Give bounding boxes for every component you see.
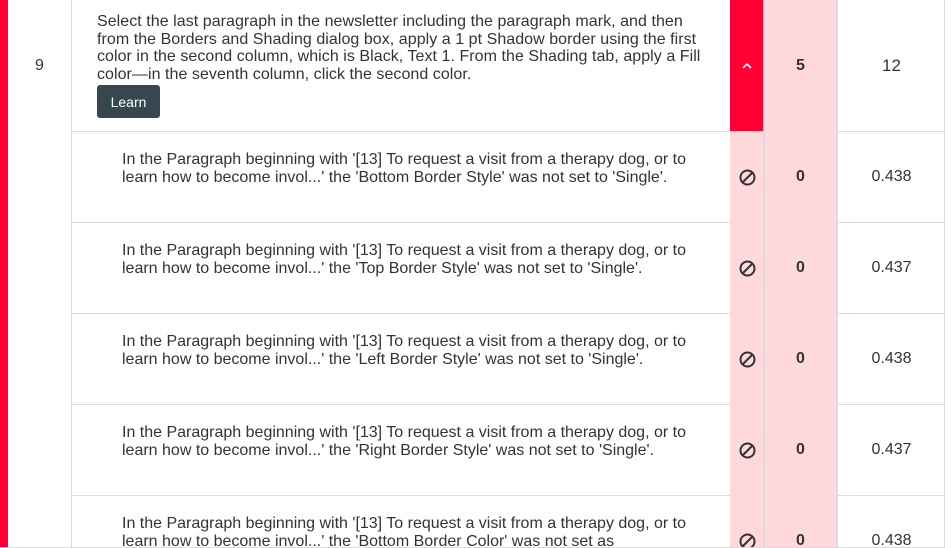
subtask-score: 0 [796, 441, 805, 458]
prohibited-icon [739, 533, 756, 547]
row-divider [837, 495, 944, 496]
subtask-score: 0 [796, 350, 805, 367]
subtask-weight: 0.438 [871, 350, 912, 367]
subtask-weight: 0.437 [871, 441, 912, 458]
collapse-toggle[interactable] [730, 0, 763, 131]
row-divider [837, 131, 944, 132]
subtask-weight: 0.438 [871, 532, 912, 548]
subtask-score: 0 [796, 168, 805, 185]
row-divider [837, 313, 944, 314]
chevron-up-icon [742, 62, 751, 68]
subtask-weight: 0.438 [871, 168, 912, 185]
row-divider [72, 222, 730, 223]
task-score: 5 [796, 56, 805, 74]
row-divider [72, 131, 730, 132]
prohibited-icon [739, 351, 756, 368]
grading-table: 9 Select the last paragraph in the newsl… [0, 0, 945, 548]
prohibited-icon [739, 260, 756, 277]
subtask-score: 0 [796, 532, 805, 548]
subtask-message: In the Paragraph beginning with '[13] To… [122, 151, 686, 186]
failed-indicator-bar [0, 0, 8, 547]
column-divider [71, 0, 72, 547]
prohibited-icon [739, 169, 756, 186]
row-divider [837, 404, 944, 405]
subtask-message: In the Paragraph beginning with '[13] To… [122, 242, 686, 277]
subtask-message: In the Paragraph beginning with '[13] To… [122, 333, 686, 368]
subtask-message: In the Paragraph beginning with '[13] To… [122, 515, 686, 548]
task-total: 12 [882, 55, 901, 75]
learn-button[interactable]: Learn [97, 85, 160, 118]
task-number: 9 [35, 56, 44, 74]
subtask-weight: 0.437 [871, 259, 912, 276]
row-divider [72, 495, 730, 496]
task-description: Select the last paragraph in the newslet… [97, 13, 701, 83]
prohibited-icon [739, 442, 756, 459]
status-column-background [730, 131, 763, 547]
subtask-score: 0 [796, 259, 805, 276]
subtask-message: In the Paragraph beginning with '[13] To… [122, 424, 686, 459]
row-divider [72, 313, 730, 314]
row-divider [72, 404, 730, 405]
row-divider [837, 222, 944, 223]
